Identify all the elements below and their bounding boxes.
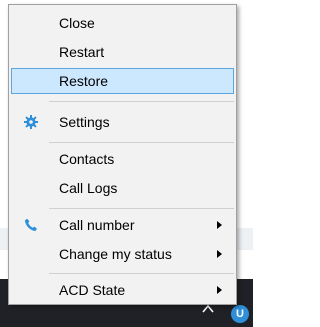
menu-item-label: Restart — [59, 44, 105, 60]
menu-separator — [49, 142, 234, 143]
menu-item-label: Restore — [59, 73, 109, 89]
submenu-arrow-icon — [217, 286, 222, 294]
context-menu: Close Restart Restore Settings Contacts … — [8, 4, 237, 305]
menu-item-contacts[interactable]: Contacts — [11, 146, 234, 172]
submenu-arrow-icon — [217, 221, 222, 229]
gear-icon — [24, 115, 38, 129]
menu-item-label: Call number — [59, 217, 135, 233]
menu-item-label: Contacts — [59, 151, 115, 167]
tray-app-icon[interactable]: U — [231, 305, 249, 323]
menu-item-restart[interactable]: Restart — [11, 39, 234, 65]
menu-separator — [49, 273, 234, 274]
menu-item-label: Change my status — [59, 246, 172, 262]
menu-item-restore[interactable]: Restore — [11, 68, 234, 94]
menu-separator — [49, 101, 234, 102]
menu-item-label: Call Logs — [59, 180, 118, 196]
menu-item-close[interactable]: Close — [11, 10, 234, 36]
menu-item-acd-state[interactable]: ACD State — [11, 277, 234, 303]
menu-item-change-status[interactable]: Change my status — [11, 241, 234, 267]
menu-item-label: ACD State — [59, 282, 126, 298]
menu-item-call-logs[interactable]: Call Logs — [11, 175, 234, 201]
menu-item-settings[interactable]: Settings — [11, 109, 234, 135]
menu-item-call-number[interactable]: Call number — [11, 212, 234, 238]
submenu-arrow-icon — [217, 250, 222, 258]
menu-separator — [49, 208, 234, 209]
phone-icon — [24, 218, 37, 231]
menu-item-label: Settings — [59, 114, 110, 130]
menu-item-label: Close — [59, 15, 95, 31]
